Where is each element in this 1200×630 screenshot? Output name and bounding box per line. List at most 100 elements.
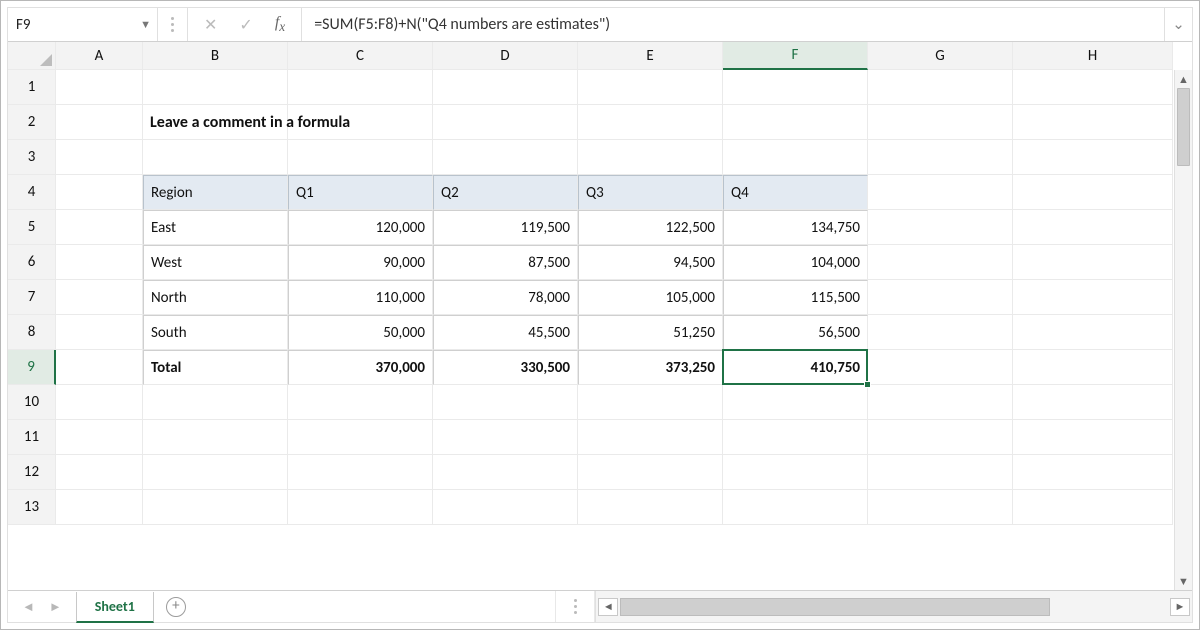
cell-F3[interactable] xyxy=(723,140,868,175)
cell-F11[interactable] xyxy=(723,420,868,455)
cell-H3[interactable] xyxy=(1013,140,1173,175)
cell-G2[interactable] xyxy=(868,105,1013,140)
cell-A12[interactable] xyxy=(56,455,143,490)
cell-G7[interactable] xyxy=(868,280,1013,315)
cell-D1[interactable] xyxy=(433,70,578,105)
cell-E12[interactable] xyxy=(578,455,723,490)
col-header-A[interactable]: A xyxy=(56,42,143,70)
cell-H11[interactable] xyxy=(1013,420,1173,455)
cell-E10[interactable] xyxy=(578,385,723,420)
tab-prev-icon[interactable]: ◄ xyxy=(22,599,35,615)
name-box[interactable]: F9 ▼ xyxy=(8,8,158,41)
scroll-up-icon[interactable]: ▲ xyxy=(1175,70,1192,88)
tab-next-icon[interactable]: ► xyxy=(49,599,62,615)
vscroll-thumb[interactable] xyxy=(1177,88,1190,166)
cell-A7[interactable] xyxy=(56,280,143,315)
cell-C12[interactable] xyxy=(288,455,433,490)
cell-G3[interactable] xyxy=(868,140,1013,175)
cell-A10[interactable] xyxy=(56,385,143,420)
cell-A2[interactable] xyxy=(56,105,143,140)
cell-F8[interactable]: 56,500 xyxy=(723,315,868,350)
cell-F7[interactable]: 115,500 xyxy=(723,280,868,315)
formula-input[interactable]: =SUM(F5:F8)+N("Q4 numbers are estimates"… xyxy=(302,8,1164,41)
cell-F1[interactable] xyxy=(723,70,868,105)
new-sheet-button[interactable]: + xyxy=(154,591,198,622)
row-header-3[interactable]: 3 xyxy=(8,140,56,175)
cell-D8[interactable]: 45,500 xyxy=(433,315,578,350)
cell-B10[interactable] xyxy=(143,385,288,420)
cell-B6[interactable]: West xyxy=(143,245,288,280)
row-header-11[interactable]: 11 xyxy=(8,420,56,455)
cell-G11[interactable] xyxy=(868,420,1013,455)
cell-F2[interactable] xyxy=(723,105,868,140)
name-box-dropdown-icon[interactable]: ▼ xyxy=(140,18,151,31)
cell-G12[interactable] xyxy=(868,455,1013,490)
cell-B13[interactable] xyxy=(143,490,288,525)
cell-E7[interactable]: 105,000 xyxy=(578,280,723,315)
cell-F13[interactable] xyxy=(723,490,868,525)
cell-H2[interactable] xyxy=(1013,105,1173,140)
cell-D5[interactable]: 119,500 xyxy=(433,210,578,245)
cell-G10[interactable] xyxy=(868,385,1013,420)
row-header-4[interactable]: 4 xyxy=(8,175,56,210)
row-header-13[interactable]: 13 xyxy=(8,490,56,525)
col-header-D[interactable]: D xyxy=(433,42,578,70)
row-header-12[interactable]: 12 xyxy=(8,455,56,490)
cell-E11[interactable] xyxy=(578,420,723,455)
cell-H13[interactable] xyxy=(1013,490,1173,525)
cell-E1[interactable] xyxy=(578,70,723,105)
cell-B2[interactable]: Leave a comment in a formula xyxy=(143,105,288,140)
cell-B3[interactable] xyxy=(143,140,288,175)
row-header-5[interactable]: 5 xyxy=(8,210,56,245)
cell-C5[interactable]: 120,000 xyxy=(288,210,433,245)
formula-bar-expand-icon[interactable]: ⌄ xyxy=(1164,8,1192,41)
cell-A13[interactable] xyxy=(56,490,143,525)
scroll-down-icon[interactable]: ▼ xyxy=(1175,572,1192,590)
cell-D9[interactable]: 330,500 xyxy=(433,350,578,385)
cell-F6[interactable]: 104,000 xyxy=(723,245,868,280)
cell-D6[interactable]: 87,500 xyxy=(433,245,578,280)
cell-E6[interactable]: 94,500 xyxy=(578,245,723,280)
cell-C8[interactable]: 50,000 xyxy=(288,315,433,350)
cell-C3[interactable] xyxy=(288,140,433,175)
fill-handle[interactable] xyxy=(864,381,871,388)
col-header-H[interactable]: H xyxy=(1013,42,1173,70)
select-all-button[interactable] xyxy=(8,42,56,70)
scroll-right-icon[interactable]: ► xyxy=(1170,598,1190,616)
cell-B5[interactable]: East xyxy=(143,210,288,245)
cell-C1[interactable] xyxy=(288,70,433,105)
cell-B4[interactable]: Region xyxy=(143,175,288,210)
row-header-1[interactable]: 1 xyxy=(8,70,56,105)
cell-H6[interactable] xyxy=(1013,245,1173,280)
formula-bar-splitter[interactable] xyxy=(158,8,188,41)
cell-H7[interactable] xyxy=(1013,280,1173,315)
row-header-2[interactable]: 2 xyxy=(8,105,56,140)
cell-H8[interactable] xyxy=(1013,315,1173,350)
cell-A9[interactable] xyxy=(56,350,143,385)
cell-B12[interactable] xyxy=(143,455,288,490)
cancel-icon[interactable]: ✕ xyxy=(204,15,217,35)
cell-D2[interactable] xyxy=(433,105,578,140)
cell-E2[interactable] xyxy=(578,105,723,140)
cell-C13[interactable] xyxy=(288,490,433,525)
cell-E8[interactable]: 51,250 xyxy=(578,315,723,350)
hscroll-track[interactable] xyxy=(620,598,1168,616)
col-header-F[interactable]: F xyxy=(723,42,868,70)
cell-H5[interactable] xyxy=(1013,210,1173,245)
cell-B7[interactable]: North xyxy=(143,280,288,315)
cell-C9[interactable]: 370,000 xyxy=(288,350,433,385)
cell-C10[interactable] xyxy=(288,385,433,420)
cell-E13[interactable] xyxy=(578,490,723,525)
cell-B11[interactable] xyxy=(143,420,288,455)
cell-G8[interactable] xyxy=(868,315,1013,350)
cell-B8[interactable]: South xyxy=(143,315,288,350)
cell-A3[interactable] xyxy=(56,140,143,175)
row-header-8[interactable]: 8 xyxy=(8,315,56,350)
cell-D13[interactable] xyxy=(433,490,578,525)
row-header-9[interactable]: 9 xyxy=(8,350,56,385)
cell-D3[interactable] xyxy=(433,140,578,175)
cell-G6[interactable] xyxy=(868,245,1013,280)
tab-splitter[interactable] xyxy=(555,591,595,622)
cell-D11[interactable] xyxy=(433,420,578,455)
cell-A4[interactable] xyxy=(56,175,143,210)
